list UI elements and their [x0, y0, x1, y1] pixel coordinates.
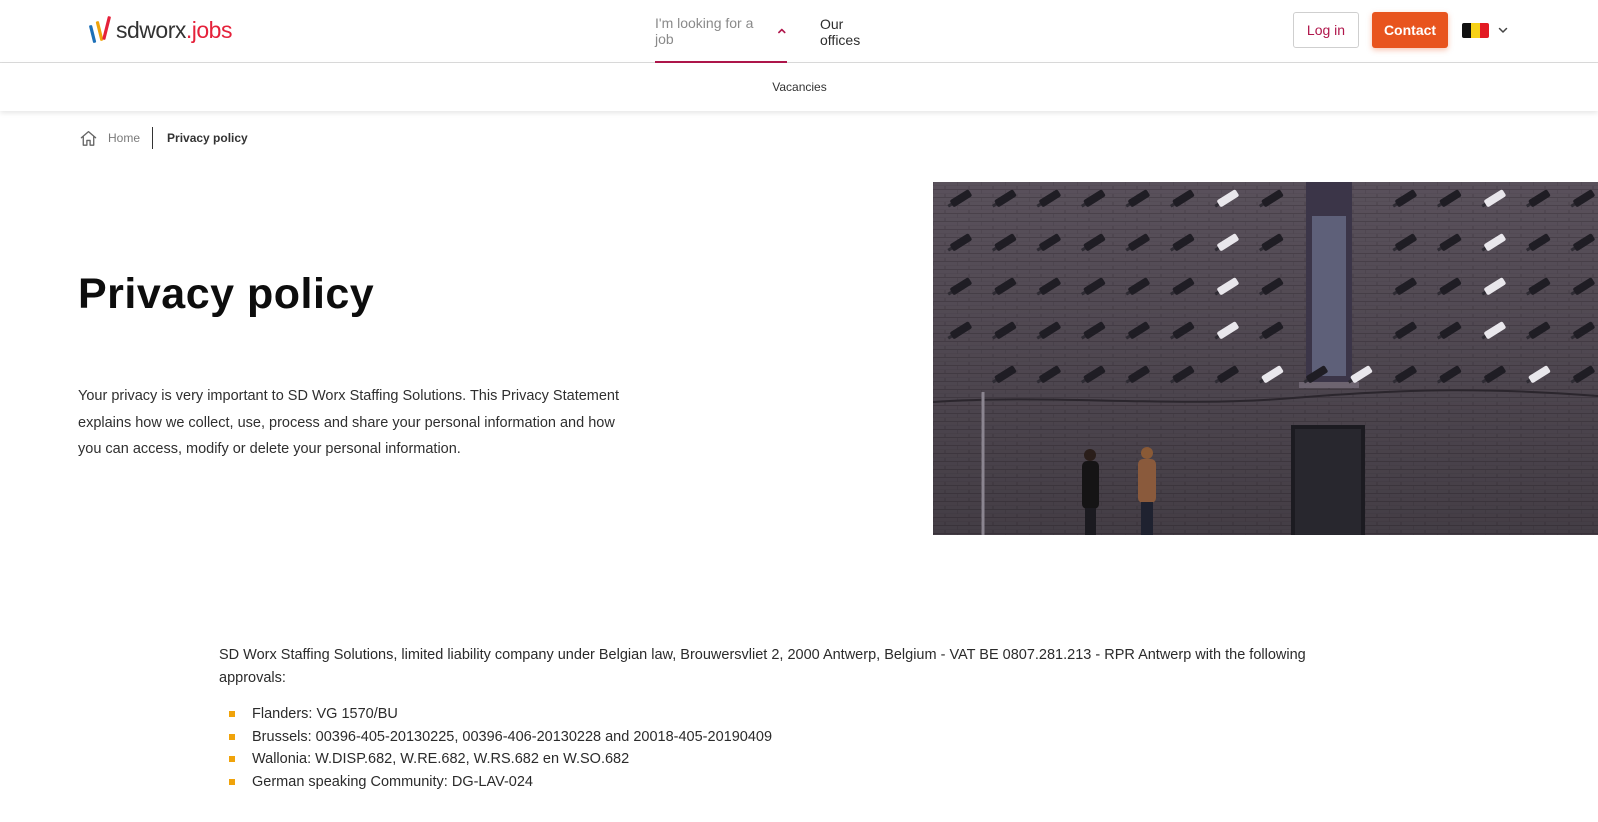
approval-text: German speaking Community: DG-LAV-024: [252, 773, 533, 790]
chevron-up-icon: [778, 28, 786, 33]
list-item: German speaking Community: DG-LAV-024: [229, 771, 772, 794]
nav-our-offices-label: Our offices: [820, 15, 861, 48]
company-info: SD Worx Staffing Solutions, limited liab…: [219, 647, 1306, 686]
nav-looking-for-job[interactable]: I'm looking for a job: [655, 0, 787, 63]
approvals-list: Flanders: VG 1570/BU Brussels: 00396-405…: [229, 703, 772, 793]
list-item: Wallonia: W.DISP.682, W.RE.682, W.RS.682…: [229, 748, 772, 771]
site-header: sdworx.jobs I'm looking for a job Our of…: [0, 0, 1598, 63]
nav-looking-for-job-label: I'm looking for a job: [655, 14, 754, 47]
bullet-icon: [229, 711, 235, 718]
approval-text: Brussels: 00396-405-20130225, 00396-406-…: [252, 728, 773, 745]
nav-our-offices[interactable]: Our offices: [820, 0, 860, 63]
sdworx-logo-icon: [89, 16, 111, 43]
sub-nav: Vacancies: [0, 63, 1598, 111]
logo-worx: worx: [139, 16, 186, 43]
breadcrumb: Home Privacy policy: [79, 126, 248, 150]
list-item: Brussels: 00396-405-20130225, 00396-406-…: [229, 726, 772, 749]
breadcrumb-current: Privacy policy: [167, 131, 248, 145]
hero-intro-text: Your privacy is very important to SD Wor…: [78, 388, 620, 457]
language-selector[interactable]: [1462, 20, 1509, 40]
logo-jobs: .jobs: [185, 16, 233, 43]
sdworx-jobs-logo[interactable]: sdworx.jobs: [88, 13, 232, 47]
login-button[interactable]: Log in: [1293, 12, 1359, 48]
list-item: Flanders: VG 1570/BU: [229, 703, 772, 726]
breadcrumb-separator: [152, 127, 154, 149]
approval-text: Flanders: VG 1570/BU: [252, 706, 398, 722]
belgium-flag-icon: [1462, 22, 1489, 38]
breadcrumb-home[interactable]: Home: [108, 131, 140, 145]
bullet-icon: [229, 778, 235, 785]
surveillance-cameras-wall-illustration: [933, 182, 1598, 535]
logo-text: sdworx.jobs: [116, 17, 232, 44]
subnav-vacancies[interactable]: Vacancies: [772, 80, 826, 94]
logo-sd: sd: [116, 16, 140, 43]
home-icon[interactable]: [79, 129, 98, 148]
bullet-icon: [229, 733, 235, 740]
bullet-icon: [229, 756, 235, 763]
chevron-down-icon: [1498, 27, 1508, 33]
page-title: Privacy policy: [78, 270, 375, 318]
approval-text: Wallonia: W.DISP.682, W.RE.682, W.RS.682…: [252, 751, 630, 767]
hero-image: [933, 182, 1598, 535]
contact-button[interactable]: Contact: [1372, 12, 1448, 48]
